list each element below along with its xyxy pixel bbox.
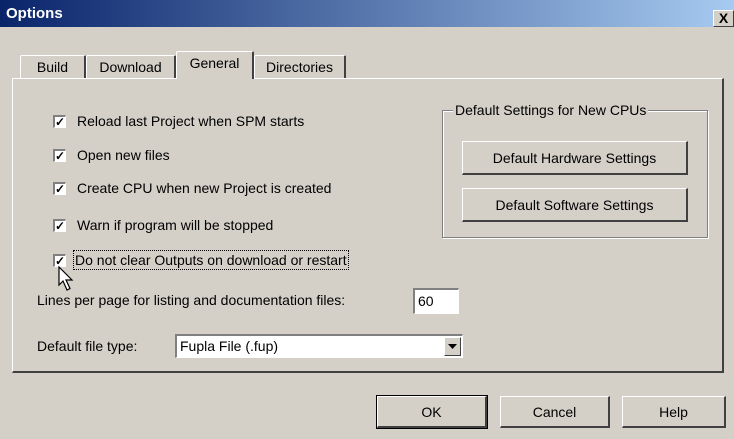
checkbox[interactable]: ✓ bbox=[53, 115, 66, 128]
mouse-pointer-icon bbox=[58, 266, 74, 291]
selected-value: Fupla File (.fup) bbox=[180, 338, 279, 354]
checkbox-label: Reload last Project when SPM starts bbox=[77, 113, 305, 129]
tab-general[interactable]: General bbox=[176, 51, 254, 79]
chevron-down-icon bbox=[448, 344, 457, 349]
checkbox-label: Create CPU when new Project is created bbox=[77, 180, 332, 196]
checkbox-label: Do not clear Outputs on download or rest… bbox=[73, 250, 349, 270]
tab-label: Directories bbox=[266, 59, 333, 75]
dropdown-button[interactable] bbox=[444, 337, 461, 356]
checkbox[interactable]: ✓ bbox=[53, 219, 66, 232]
group-title: Default Settings for New CPUs bbox=[453, 102, 649, 118]
default-file-type-label: Default file type: bbox=[37, 338, 138, 354]
checkbox[interactable]: ✓ bbox=[53, 149, 66, 162]
checkbox-label: Warn if program will be stopped bbox=[77, 217, 274, 233]
default-hardware-settings-button[interactable]: Default Hardware Settings bbox=[462, 141, 688, 175]
tab-label: General bbox=[189, 55, 240, 71]
tab-download[interactable]: Download bbox=[86, 55, 176, 79]
ok-button[interactable]: OK bbox=[376, 395, 488, 429]
tab-label: Download bbox=[99, 59, 162, 75]
title-bar: Options bbox=[0, 0, 734, 27]
checkbox[interactable]: ✓ bbox=[53, 182, 66, 195]
default-file-type-select[interactable]: Fupla File (.fup) bbox=[175, 334, 463, 358]
cancel-button[interactable]: Cancel bbox=[500, 396, 610, 428]
tab-directories[interactable]: Directories bbox=[254, 55, 346, 79]
default-software-settings-button[interactable]: Default Software Settings bbox=[462, 188, 688, 222]
active-tab-joint bbox=[178, 78, 252, 80]
close-icon: X bbox=[718, 10, 729, 26]
help-button[interactable]: Help bbox=[622, 396, 726, 428]
tab-label: Build bbox=[36, 59, 69, 75]
close-button[interactable]: X bbox=[713, 10, 734, 27]
window-title: Options bbox=[6, 5, 63, 22]
lines-per-page-label: Lines per page for listing and documenta… bbox=[37, 292, 346, 308]
lines-per-page-input[interactable]: 60 bbox=[413, 288, 459, 314]
checkbox-label: Open new files bbox=[77, 147, 170, 163]
tab-build[interactable]: Build bbox=[20, 55, 86, 79]
